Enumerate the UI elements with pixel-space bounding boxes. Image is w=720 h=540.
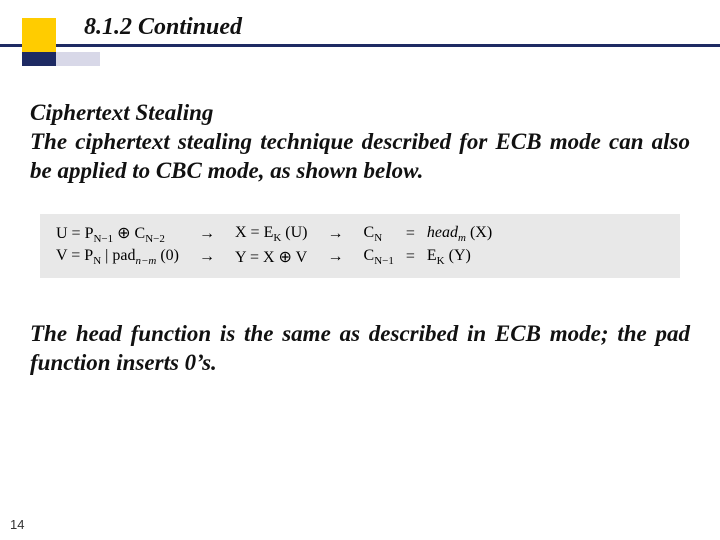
arrow-icon: → xyxy=(314,246,358,268)
arrow-icon: → xyxy=(314,222,358,246)
f2-lhs: V = PN | padn−m (0) xyxy=(50,246,185,268)
f1-rhs-r: headm (X) xyxy=(421,222,498,246)
f2-eq: = xyxy=(400,246,421,268)
formula-row-2: V = PN | padn−m (0) → Y = X ⊕ V → CN−1 =… xyxy=(50,246,498,268)
page-number: 14 xyxy=(10,517,24,532)
bullet-square-yellow xyxy=(22,18,56,52)
f2-rhs-l: CN−1 xyxy=(358,246,400,268)
f1-lhs: U = PN−1 ⊕ CN−2 xyxy=(50,222,185,246)
arrow-icon: → xyxy=(185,246,229,268)
arrow-icon: → xyxy=(185,222,229,246)
f1-rhs-l: CN xyxy=(358,222,400,246)
f2-rhs-r: EK (Y) xyxy=(421,246,498,268)
f1-mid: X = EK (U) xyxy=(229,222,314,246)
slide-heading: 8.1.2 Continued xyxy=(84,14,242,41)
formula-row-1: U = PN−1 ⊕ CN−2 → X = EK (U) → CN = head… xyxy=(50,222,498,246)
section-title: Ciphertext Stealing xyxy=(30,100,690,126)
paragraph-2: The head function is the same as describ… xyxy=(30,320,690,378)
slide-body: Ciphertext Stealing The ciphertext steal… xyxy=(30,100,690,377)
accent-blue xyxy=(22,52,56,66)
slide: 8.1.2 Continued Ciphertext Stealing The … xyxy=(0,0,720,540)
paragraph-1: The ciphertext stealing technique descri… xyxy=(30,128,690,186)
formula-block: U = PN−1 ⊕ CN−2 → X = EK (U) → CN = head… xyxy=(40,214,680,278)
f1-eq: = xyxy=(400,222,421,246)
title-underline xyxy=(0,44,720,47)
formula-table: U = PN−1 ⊕ CN−2 → X = EK (U) → CN = head… xyxy=(50,222,498,268)
accent-light xyxy=(56,52,100,66)
f2-mid: Y = X ⊕ V xyxy=(229,246,314,268)
